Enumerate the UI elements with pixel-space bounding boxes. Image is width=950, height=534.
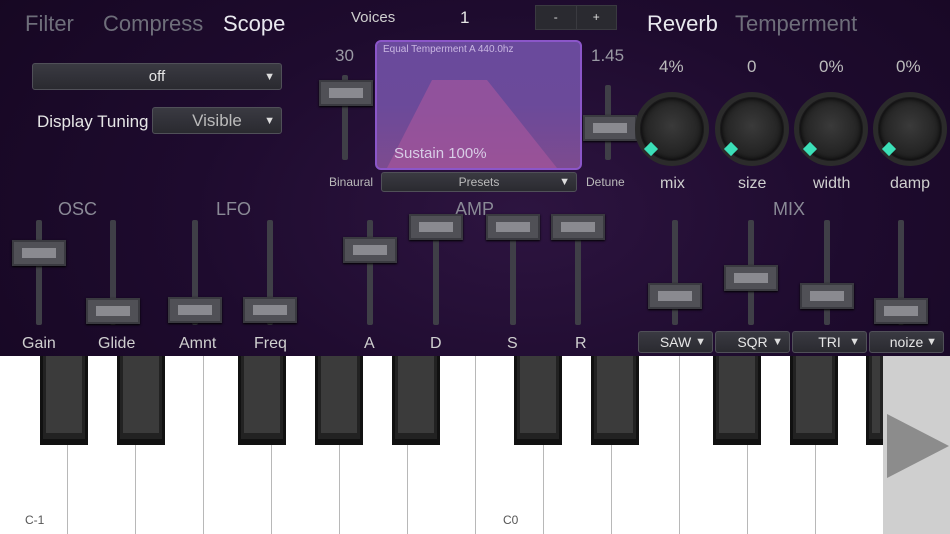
display-tuning-value: Visible <box>192 110 242 130</box>
black-key[interactable] <box>790 356 838 445</box>
black-key[interactable] <box>238 356 286 445</box>
release-label: R <box>575 335 587 352</box>
binaural-slider-thumb[interactable] <box>319 80 373 106</box>
freq-label: Freq <box>254 335 287 352</box>
tab-compress[interactable]: Compress <box>103 11 203 37</box>
black-key[interactable] <box>866 356 883 445</box>
black-key[interactable] <box>315 356 363 445</box>
detune-label: Detune <box>586 175 625 189</box>
waveform-saw-value: SAW <box>659 334 692 350</box>
voices-stepper[interactable]: - + <box>535 5 617 30</box>
chevron-down-icon: ▼ <box>695 336 706 348</box>
waveform-tri-dropdown[interactable]: TRI ▼ <box>792 331 867 353</box>
waveform-sqr-value: SQR <box>737 334 768 350</box>
display-tuning-label: Display Tuning <box>37 112 149 131</box>
decay-label: D <box>430 335 442 352</box>
mix-tri-slider-track[interactable] <box>824 220 830 325</box>
sustain-label: S <box>507 335 518 352</box>
gain-label: Gain <box>22 335 56 352</box>
voices-minus-button[interactable]: - <box>536 6 577 29</box>
mix-saw-slider-track[interactable] <box>672 220 678 325</box>
freq-slider-thumb[interactable] <box>243 297 297 323</box>
mix-saw-slider-thumb[interactable] <box>648 283 702 309</box>
chevron-down-icon: ▼ <box>926 336 937 348</box>
decay-slider-thumb[interactable] <box>409 214 463 240</box>
reverb-size-label: size <box>738 175 767 192</box>
next-octave-button[interactable] <box>883 356 950 534</box>
play-triangle-icon <box>887 414 949 478</box>
reverb-damp-label: damp <box>890 175 931 192</box>
black-key[interactable] <box>392 356 440 445</box>
reverb-size-knob[interactable] <box>715 92 789 166</box>
binaural-value: 30 <box>335 46 354 65</box>
filter-dropdown[interactable]: off ▼ <box>32 63 282 90</box>
scope-display[interactable]: Equal Temperment A 440.0hz Sustain 100% <box>375 40 582 170</box>
chevron-down-icon: ▼ <box>849 336 860 348</box>
reverb-damp-value: 0% <box>896 57 921 76</box>
chevron-down-icon: ▼ <box>559 176 570 188</box>
reverb-damp-knob[interactable] <box>873 92 947 166</box>
piano-keyboard[interactable]: C-1 C0 <box>0 356 883 534</box>
voices-plus-button[interactable]: + <box>577 6 617 29</box>
binaural-label: Binaural <box>329 175 374 189</box>
amnt-label: Amnt <box>179 335 217 352</box>
presets-label: Presets <box>458 175 500 189</box>
gain-slider-thumb[interactable] <box>12 240 66 266</box>
attack-slider-thumb[interactable] <box>343 237 397 263</box>
knob-indicator-icon <box>723 141 739 157</box>
detune-value: 1.45 <box>591 46 625 65</box>
waveform-tri-value: TRI <box>818 334 841 350</box>
key-label-c-1: C-1 <box>25 513 45 527</box>
reverb-width-value: 0% <box>819 57 844 76</box>
attack-label: A <box>364 335 375 352</box>
amnt-slider-thumb[interactable] <box>168 297 222 323</box>
chevron-down-icon: ▼ <box>772 336 783 348</box>
gain-slider-track[interactable] <box>36 220 42 325</box>
waveform-noize-dropdown[interactable]: noize ▼ <box>869 331 944 353</box>
key-label-c0: C0 <box>503 513 519 527</box>
mix-sqr-slider-thumb[interactable] <box>724 265 778 291</box>
reverb-mix-knob[interactable] <box>635 92 709 166</box>
chevron-down-icon: ▼ <box>264 114 275 127</box>
knob-indicator-icon <box>643 141 659 157</box>
reverb-width-knob[interactable] <box>794 92 868 166</box>
waveform-noize-value: noize <box>889 334 924 350</box>
reverb-width-label: width <box>813 175 851 192</box>
tab-filter[interactable]: Filter <box>25 11 74 37</box>
tab-reverb[interactable]: Reverb <box>647 11 718 37</box>
black-key[interactable] <box>40 356 88 445</box>
knob-indicator-icon <box>881 141 897 157</box>
reverb-mix-label: mix <box>660 175 685 192</box>
chevron-down-icon: ▼ <box>264 70 275 83</box>
mix-tri-slider-thumb[interactable] <box>800 283 854 309</box>
black-key[interactable] <box>591 356 639 445</box>
presets-dropdown[interactable]: Presets ▼ <box>381 172 577 192</box>
glide-slider-thumb[interactable] <box>86 298 140 324</box>
mix-noize-slider-thumb[interactable] <box>874 298 928 324</box>
filter-dropdown-value: off <box>148 68 166 85</box>
waveform-saw-dropdown[interactable]: SAW ▼ <box>638 331 713 353</box>
black-key[interactable] <box>117 356 165 445</box>
tab-temperment[interactable]: Temperment <box>735 11 857 37</box>
attack-slider-track[interactable] <box>367 220 373 325</box>
glide-label: Glide <box>98 335 136 352</box>
release-slider-thumb[interactable] <box>551 214 605 240</box>
reverb-size-value: 0 <box>747 57 757 76</box>
voices-label: Voices <box>351 9 396 26</box>
waveform-sqr-dropdown[interactable]: SQR ▼ <box>715 331 790 353</box>
black-key[interactable] <box>514 356 562 445</box>
black-key[interactable] <box>713 356 761 445</box>
tab-scope[interactable]: Scope <box>223 11 285 37</box>
display-tuning-dropdown[interactable]: Visible ▼ <box>152 107 282 134</box>
voices-value: 1 <box>460 8 470 27</box>
osc-section-title: OSC <box>58 199 98 219</box>
sustain-slider-thumb[interactable] <box>486 214 540 240</box>
mix-section-title: MIX <box>773 199 806 219</box>
scope-sustain-text: Sustain 100% <box>394 145 487 162</box>
detune-slider-thumb[interactable] <box>583 115 637 141</box>
reverb-mix-value: 4% <box>659 57 684 76</box>
knob-indicator-icon <box>802 141 818 157</box>
lfo-section-title: LFO <box>216 199 252 219</box>
